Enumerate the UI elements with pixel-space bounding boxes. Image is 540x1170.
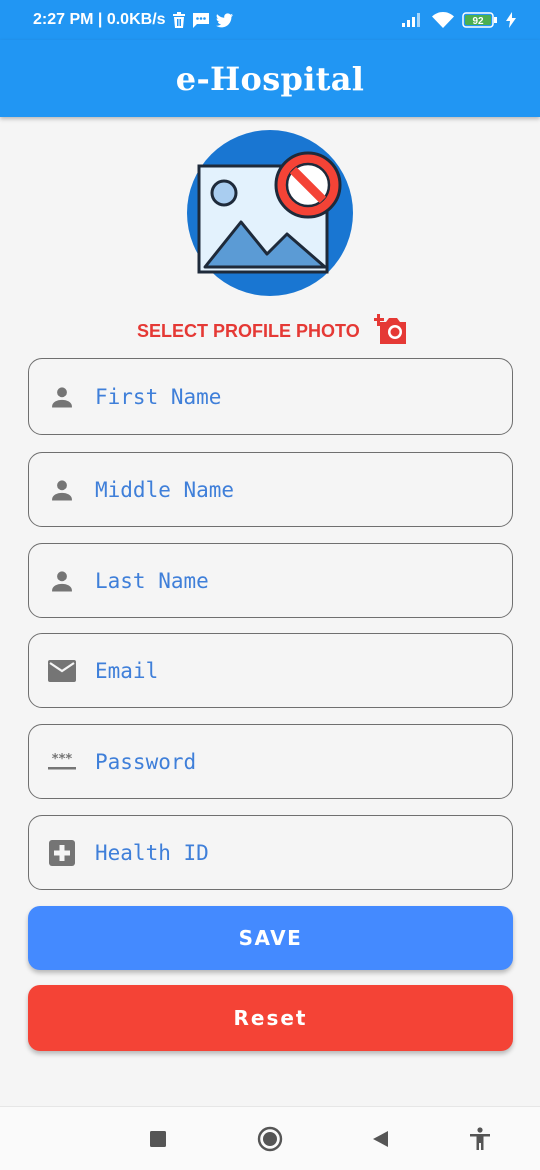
email-input[interactable]: [95, 658, 475, 683]
middle-name-input[interactable]: [95, 477, 475, 502]
person-icon: [47, 475, 77, 505]
person-icon: [47, 382, 77, 412]
last-name-input[interactable]: [95, 568, 475, 593]
health-id-field[interactable]: [28, 815, 513, 890]
svg-text:***: ***: [52, 752, 73, 767]
battery-level: 92: [472, 16, 484, 27]
trash-icon: [172, 12, 186, 28]
battery-icon: 92: [462, 12, 498, 28]
add-photo-icon[interactable]: [372, 312, 410, 350]
health-id-input[interactable]: [95, 840, 475, 865]
person-icon: [47, 566, 77, 596]
password-input[interactable]: [95, 749, 475, 774]
home-icon[interactable]: [256, 1125, 284, 1153]
status-left: 2:27 PM | 0.0KB/s: [33, 11, 234, 29]
app-title: e-Hospital: [175, 59, 365, 98]
password-field[interactable]: ***: [28, 724, 513, 799]
password-icon: ***: [47, 747, 77, 777]
wifi-icon: [432, 12, 454, 28]
select-photo-label: SELECT PROFILE PHOTO: [137, 320, 360, 341]
profile-avatar[interactable]: [187, 130, 353, 296]
status-time-speed: 2:27 PM | 0.0KB/s: [33, 11, 166, 28]
last-name-field[interactable]: [28, 543, 513, 618]
save-button[interactable]: SAVE: [28, 906, 513, 970]
medical-cross-icon: [47, 838, 77, 868]
twitter-icon: [215, 12, 234, 28]
recents-icon[interactable]: [144, 1125, 172, 1153]
reset-button[interactable]: Reset: [28, 985, 513, 1051]
email-field[interactable]: [28, 633, 513, 708]
select-profile-photo[interactable]: SELECT PROFILE PHOTO: [137, 312, 410, 350]
first-name-field[interactable]: [28, 358, 513, 435]
status-right: 92: [402, 12, 516, 28]
email-icon: [47, 656, 77, 686]
image-placeholder-icon: [197, 151, 342, 274]
message-icon: [192, 12, 210, 28]
app-bar: e-Hospital: [0, 40, 540, 117]
navigation-bar: [0, 1106, 540, 1170]
status-bar: 2:27 PM | 0.0KB/s 92: [0, 0, 540, 40]
charging-icon: [506, 12, 516, 28]
first-name-input[interactable]: [95, 384, 475, 409]
signal-icon: [402, 13, 424, 27]
accessibility-icon[interactable]: [466, 1125, 494, 1153]
back-icon[interactable]: [366, 1125, 394, 1153]
middle-name-field[interactable]: [28, 452, 513, 527]
